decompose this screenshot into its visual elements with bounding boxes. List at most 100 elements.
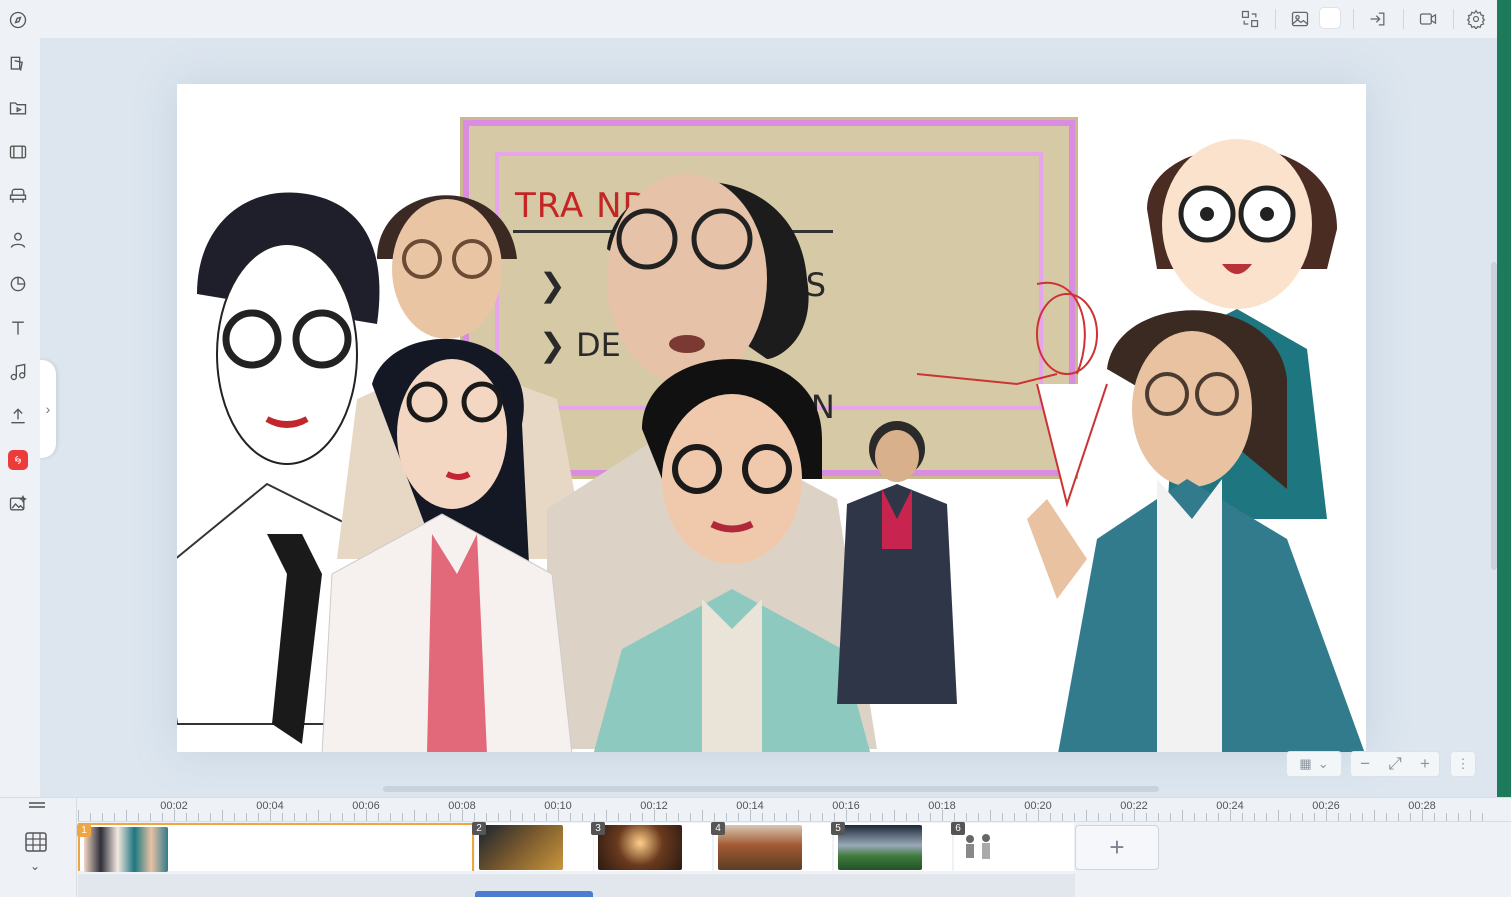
settings-gear-icon[interactable] <box>1464 7 1488 31</box>
ruler-minor-tick <box>942 810 943 821</box>
ruler-minor-tick <box>282 813 283 821</box>
app-plugin-icon[interactable] <box>8 450 28 470</box>
ruler-minor-tick <box>354 813 355 821</box>
ruler-minor-tick <box>522 813 523 821</box>
ruler-minor-tick <box>1386 813 1387 821</box>
ruler-minor-tick <box>1422 810 1423 821</box>
woman-white-blazer-figure[interactable] <box>292 324 582 752</box>
ruler-minor-tick <box>1362 813 1363 821</box>
add-scene-button[interactable]: + <box>1075 825 1159 870</box>
scene-canvas[interactable]: TRA NDA ❯ ALS ❯ DE S AN <box>177 84 1366 752</box>
scene-clip-4[interactable]: 4 <box>711 822 832 871</box>
media-folder-icon[interactable] <box>6 96 30 120</box>
scene-number: 2 <box>472 822 486 835</box>
timeline-ruler[interactable]: 00:02 00:04 00:06 00:08 00:10 00:12 00:14 00:16… <box>78 798 1511 822</box>
ruler-minor-tick <box>1314 813 1315 821</box>
ruler-minor-tick <box>570 813 571 821</box>
ruler-minor-tick <box>546 813 547 821</box>
ruler-minor-tick <box>966 813 967 821</box>
background-color-swatch[interactable] <box>1319 7 1341 29</box>
ruler-minor-tick <box>630 813 631 821</box>
collapse-panel-handle[interactable]: › <box>40 360 56 458</box>
ruler-minor-tick <box>978 813 979 821</box>
zoom-controls: ▦ ⌄ − ⤢ + ⋮ <box>1286 751 1482 777</box>
ruler-minor-tick <box>426 813 427 821</box>
ruler-minor-tick <box>1026 813 1027 821</box>
scene-clip-5[interactable]: 5 <box>831 822 952 871</box>
ruler-minor-tick <box>618 813 619 821</box>
film-icon[interactable] <box>6 140 30 164</box>
ruler-minor-tick <box>294 813 295 821</box>
video-camera-icon[interactable] <box>1416 7 1440 31</box>
scene-clip-1[interactable]: 1 <box>77 823 474 872</box>
ruler-minor-tick <box>822 813 823 821</box>
zoom-out-button[interactable]: − <box>1360 754 1370 774</box>
fit-screen-icon[interactable]: ⤢ <box>1388 754 1402 774</box>
scene-thumbnail <box>479 825 563 870</box>
ruler-minor-tick <box>1014 813 1015 821</box>
ruler-minor-tick <box>882 813 883 821</box>
ruler-minor-tick <box>1146 813 1147 821</box>
ruler-minor-tick <box>306 813 307 821</box>
timeline-resize-handle[interactable] <box>29 802 45 808</box>
ruler-minor-tick <box>774 813 775 821</box>
scene-clip-3[interactable]: 3 <box>591 822 712 871</box>
scene-clip-6[interactable]: 6 <box>951 822 1074 871</box>
swap-icon[interactable] <box>1238 7 1262 31</box>
upload-icon[interactable] <box>6 404 30 428</box>
storyboard-grid-icon[interactable] <box>25 832 47 852</box>
scene-people-icon <box>966 834 990 859</box>
scene-thumbnail <box>718 825 802 870</box>
scene-number: 3 <box>591 822 605 835</box>
ruler-minor-tick <box>210 813 211 821</box>
chevron-down-icon[interactable]: ⌄ <box>30 859 40 873</box>
ruler-minor-tick <box>126 810 127 821</box>
ruler-minor-tick <box>534 813 535 821</box>
ruler-minor-tick <box>1074 813 1075 821</box>
templates-icon[interactable] <box>6 52 30 76</box>
layout-more-icon[interactable]: ⋮ <box>1450 751 1476 777</box>
ruler-minor-tick <box>462 810 463 821</box>
scene-number: 5 <box>831 822 845 835</box>
text-icon[interactable] <box>6 316 30 340</box>
ruler-minor-tick <box>1038 810 1039 821</box>
ruler-minor-tick <box>810 813 811 821</box>
grid-icon: ▦ <box>1299 756 1312 771</box>
ruler-minor-tick <box>174 810 175 821</box>
ruler-minor-tick <box>246 813 247 821</box>
scene-clip-2[interactable]: 2 <box>472 822 593 871</box>
separator <box>1275 9 1276 29</box>
scene-chair-icon[interactable] <box>6 184 30 208</box>
ruler-minor-tick <box>186 813 187 821</box>
background-image-icon[interactable] <box>1288 7 1312 31</box>
ruler-minor-tick <box>1470 810 1471 821</box>
chart-icon[interactable] <box>6 272 30 296</box>
scene-thumbnail <box>838 825 922 870</box>
horizontal-scrollbar[interactable] <box>383 786 1159 792</box>
export-icon[interactable] <box>1366 7 1390 31</box>
separator <box>1453 9 1454 29</box>
character-icon[interactable] <box>6 228 30 252</box>
ruler-minor-tick <box>1098 813 1099 821</box>
top-toolbar <box>40 0 1511 38</box>
zoom-in-button[interactable]: + <box>1420 754 1430 774</box>
ruler-minor-tick <box>114 813 115 821</box>
timeline-sidebar: ⌄ <box>0 798 77 897</box>
audio-track <box>78 874 1075 897</box>
ruler-minor-tick <box>1482 813 1483 821</box>
ruler-minor-tick <box>1218 813 1219 821</box>
compass-icon[interactable] <box>6 8 30 32</box>
ai-image-icon[interactable] <box>6 492 30 516</box>
ruler-minor-tick <box>1194 813 1195 821</box>
ruler-minor-tick <box>1134 810 1135 821</box>
ruler-minor-tick <box>1122 813 1123 821</box>
scene-number: 4 <box>711 822 725 835</box>
audio-clip[interactable] <box>475 891 593 897</box>
music-icon[interactable] <box>6 360 30 384</box>
grid-toggle[interactable]: ▦ ⌄ <box>1286 751 1342 777</box>
ruler-minor-tick <box>222 810 223 821</box>
ruler-minor-tick <box>1254 813 1255 821</box>
woman-teal-blazer-right-figure[interactable] <box>977 299 1366 752</box>
scene-number: 1 <box>77 824 91 837</box>
ruler-minor-tick <box>834 813 835 821</box>
